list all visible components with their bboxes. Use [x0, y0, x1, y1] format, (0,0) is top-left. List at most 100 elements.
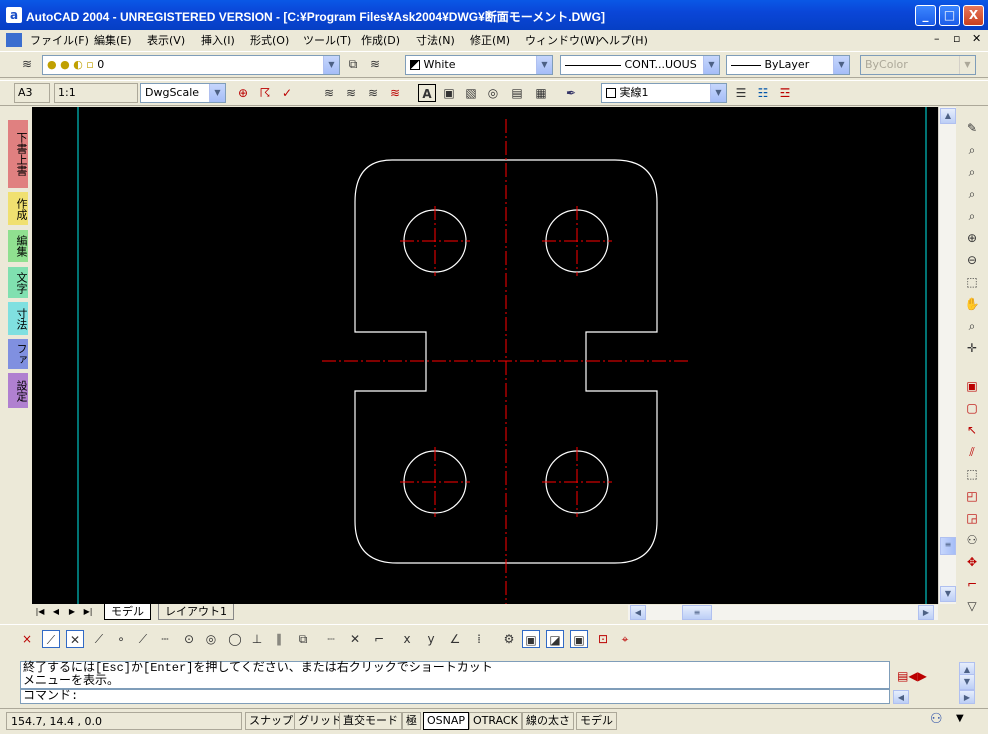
- menu-insert[interactable]: 挿入(I): [201, 32, 235, 48]
- line-setting-icon[interactable]: ☰: [732, 84, 750, 102]
- prev-tab-icon[interactable]: ◀: [50, 606, 62, 618]
- snap-y-filter-icon[interactable]: y: [422, 630, 440, 648]
- text-frame-icon[interactable]: ▧: [462, 84, 480, 102]
- select-window-icon[interactable]: ▢: [963, 399, 981, 417]
- layer-tool-2-icon[interactable]: ≋: [342, 84, 360, 102]
- scroll-up-icon[interactable]: ▲: [940, 108, 956, 124]
- scale-zoom-icon[interactable]: ⊕: [234, 84, 252, 102]
- snap-toggle-3-icon[interactable]: ▣: [570, 630, 588, 648]
- snap-toggle-2-icon[interactable]: ◪: [546, 630, 564, 648]
- erase-icon[interactable]: ↖: [963, 421, 981, 439]
- snap-grid-icon[interactable]: ⁞: [470, 630, 488, 648]
- scroll-down-icon[interactable]: ▼: [940, 586, 956, 602]
- zoom-realtime-icon[interactable]: ⌕: [963, 141, 981, 159]
- snap-quadrant-icon[interactable]: ◎: [202, 630, 220, 648]
- snap-extension-icon[interactable]: ⟋: [134, 630, 152, 648]
- tab-model[interactable]: モデル: [104, 604, 151, 620]
- move-icon[interactable]: ✥: [963, 553, 981, 571]
- drawing-canvas[interactable]: [32, 107, 938, 604]
- scroll-thumb[interactable]: ≡: [940, 537, 956, 555]
- snap-toggle-5-icon[interactable]: ⌖: [616, 630, 634, 648]
- menu-tools[interactable]: ツール(T): [303, 32, 351, 48]
- palette-tab-3[interactable]: 文字: [8, 267, 28, 298]
- chevron-down-icon[interactable]: ▼: [209, 84, 225, 102]
- palette-tab-4[interactable]: 寸法: [8, 302, 28, 335]
- coordinate-readout[interactable]: 154.7, 14.4 , 0.0: [6, 712, 242, 730]
- menu-window[interactable]: ウィンドウ(W): [525, 32, 599, 48]
- dwgscale-combo[interactable]: DwgScale ▼: [140, 83, 226, 103]
- linetype-combo[interactable]: CONT...UOUS ▼: [560, 55, 720, 75]
- palette-tab-1[interactable]: 作成: [8, 192, 28, 225]
- layer-state-icon[interactable]: ▤: [508, 84, 526, 102]
- trim-icon[interactable]: ⌐: [963, 575, 981, 593]
- status-toggle-4[interactable]: OSNAP: [423, 712, 470, 730]
- chevron-down-icon[interactable]: ▼: [323, 56, 339, 74]
- layer-tool-1-icon[interactable]: ≋: [320, 84, 338, 102]
- palette-tab-6[interactable]: 設定: [8, 373, 28, 408]
- palette-tab-5[interactable]: ファ: [8, 339, 28, 369]
- scale-field[interactable]: 1:1: [54, 83, 138, 103]
- close-button[interactable]: X: [963, 5, 984, 26]
- select-box-icon[interactable]: ▣: [963, 377, 981, 395]
- layer-combo[interactable]: ● ● ◐ ▫ 0 ▼: [42, 55, 340, 75]
- snap-insert-icon[interactable]: ⧉: [294, 630, 312, 648]
- next-tab-icon[interactable]: ▶: [66, 606, 78, 618]
- chevron-down-icon[interactable]: ▼: [710, 84, 726, 102]
- snap-perpendicular-icon[interactable]: ⊥: [248, 630, 266, 648]
- status-toggle-7[interactable]: モデル: [576, 712, 617, 730]
- layer-off-icon[interactable]: ≋: [386, 84, 404, 102]
- status-menu-icon[interactable]: ▼: [956, 713, 964, 724]
- zoom-in-icon[interactable]: ⊕: [963, 229, 981, 247]
- snap-midpoint-icon[interactable]: ⟋: [90, 630, 108, 648]
- scale-filter-icon[interactable]: ✓: [278, 84, 296, 102]
- layer-previous-icon[interactable]: ≋: [366, 55, 384, 73]
- make-current-layer-icon[interactable]: ⧉: [344, 55, 362, 73]
- color-combo[interactable]: White ▼: [405, 55, 553, 75]
- hatch-icon[interactable]: ⫽: [963, 443, 981, 461]
- cmd-scroll-right-icon[interactable]: ▶: [959, 690, 975, 704]
- zoom-previous-icon[interactable]: ⌕: [963, 163, 981, 181]
- last-tab-icon[interactable]: ▶|: [82, 606, 94, 618]
- select-fence-icon[interactable]: ◰: [963, 487, 981, 505]
- command-tools-icon[interactable]: ▤◀▶: [892, 667, 932, 685]
- layer-manager-icon[interactable]: ≋: [18, 55, 36, 73]
- palette-tab-2[interactable]: 編集: [8, 230, 28, 262]
- chevron-down-icon[interactable]: ▼: [703, 56, 719, 74]
- menu-modify[interactable]: 修正(M): [470, 32, 510, 48]
- zoom-extents-icon[interactable]: ⬚: [963, 273, 981, 291]
- command-input[interactable]: コマンド:: [20, 689, 890, 704]
- cmd-scroll-down-icon[interactable]: ▼: [959, 674, 975, 690]
- zoom-window-icon[interactable]: ⌕: [963, 185, 981, 203]
- filter-icon[interactable]: ▽: [963, 597, 981, 615]
- layer-off-all-icon[interactable]: ▦: [532, 84, 550, 102]
- first-tab-icon[interactable]: |◀: [34, 606, 46, 618]
- menu-edit[interactable]: 編集(E): [94, 32, 132, 48]
- status-toggle-2[interactable]: 直交モード: [339, 712, 402, 730]
- vertical-scrollbar[interactable]: ▲ ≡ ▼: [938, 107, 956, 604]
- snap-node-icon[interactable]: ∘: [112, 630, 130, 648]
- snap-parallel-icon[interactable]: ∥: [270, 630, 288, 648]
- linestyle-combo[interactable]: 実線1 ▼: [601, 83, 727, 103]
- snap-angle-icon[interactable]: ∠: [446, 630, 464, 648]
- maximize-button[interactable]: □: [939, 5, 960, 26]
- status-toggle-3[interactable]: 極: [402, 712, 421, 730]
- chevron-down-icon[interactable]: ▼: [536, 56, 552, 74]
- match-properties-icon[interactable]: ✒: [562, 84, 580, 102]
- pan-icon[interactable]: ✋: [963, 295, 981, 313]
- paper-size-field[interactable]: A3: [14, 83, 50, 103]
- snap-toggle-1-icon[interactable]: ▣: [522, 630, 540, 648]
- hscroll-thumb[interactable]: ≡: [682, 605, 712, 620]
- menu-draw[interactable]: 作成(D): [361, 32, 400, 48]
- snap-x-filter-icon[interactable]: x: [398, 630, 416, 648]
- snap-nearest-icon[interactable]: ┈: [322, 630, 340, 648]
- autocad-app-icon[interactable]: a: [6, 7, 22, 23]
- zoom-out-icon[interactable]: ⊖: [963, 251, 981, 269]
- zoom-dynamic-icon[interactable]: ⌕: [963, 207, 981, 225]
- doc-restore-button[interactable]: ▫: [953, 32, 960, 45]
- snap-intersection-icon[interactable]: ✕: [66, 630, 84, 648]
- snap-settings-icon[interactable]: ⚙: [500, 630, 518, 648]
- text-style-icon[interactable]: A: [418, 84, 436, 102]
- menu-dimension[interactable]: 寸法(N): [416, 32, 455, 48]
- status-toggle-0[interactable]: スナップ: [245, 712, 297, 730]
- status-toggle-5[interactable]: OTRACK: [469, 712, 522, 730]
